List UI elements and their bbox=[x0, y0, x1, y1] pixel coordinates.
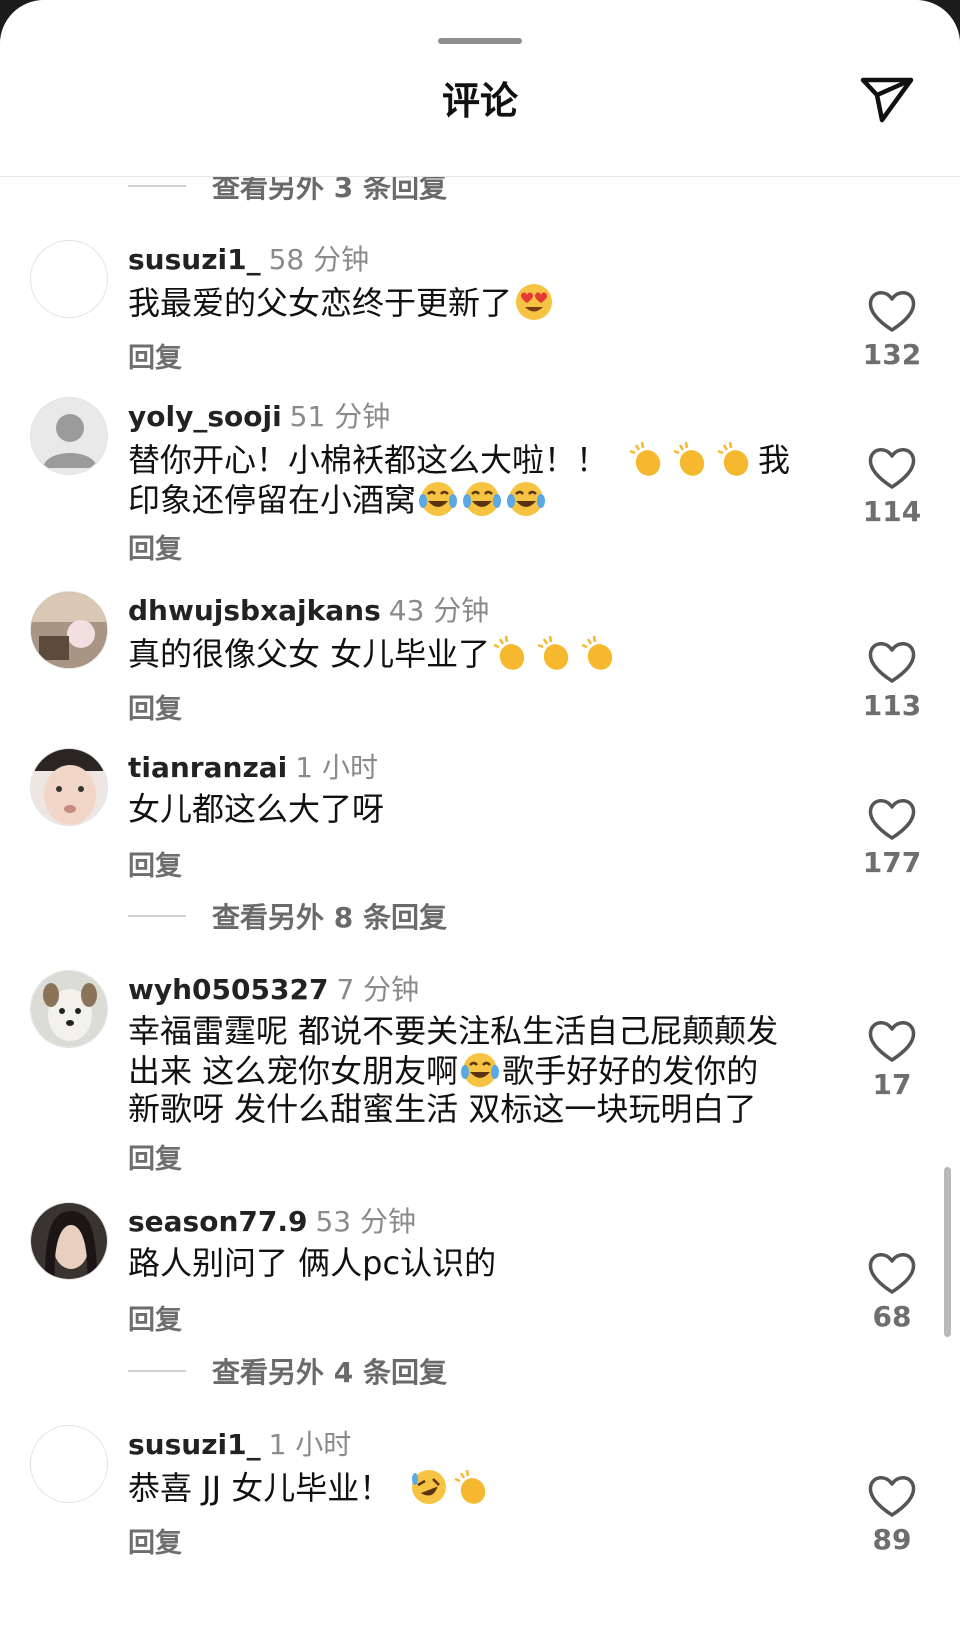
comment-text: 女儿都这么大了呀 bbox=[128, 790, 385, 828]
comment-text: 替你开心！小棉袄都这么大啦！！我印象还停留在小酒窝 bbox=[128, 441, 791, 519]
clap-emoji-icon bbox=[673, 441, 705, 476]
dog-photo-avatar-image bbox=[31, 971, 107, 1047]
timestamp: 7 分钟 bbox=[336, 973, 420, 1006]
comment-text: 恭喜 JJ 女儿毕业！ bbox=[128, 1467, 828, 1507]
heart-icon[interactable] bbox=[862, 788, 922, 848]
divider bbox=[128, 1370, 186, 1372]
laugh-cry-emoji-icon bbox=[461, 1053, 500, 1087]
person-icon bbox=[43, 414, 97, 468]
scrollbar[interactable] bbox=[944, 1167, 951, 1337]
laugh-cry-emoji-icon bbox=[507, 482, 546, 516]
comment-text: 路人别问了 俩人pc认识的 bbox=[128, 1244, 497, 1282]
send-icon[interactable] bbox=[858, 70, 916, 128]
timestamp: 43 分钟 bbox=[388, 594, 490, 627]
avatar[interactable] bbox=[30, 1425, 108, 1503]
heart-icon[interactable] bbox=[862, 631, 922, 691]
like-count: 17 bbox=[872, 1068, 912, 1101]
clap-emoji-icon bbox=[581, 635, 613, 670]
avatar[interactable] bbox=[30, 397, 108, 475]
rofl-emoji-icon bbox=[412, 1470, 447, 1504]
reply-button[interactable]: 回复 bbox=[128, 336, 182, 375]
portrait-photo-avatar-image bbox=[31, 1203, 107, 1279]
reply-button[interactable]: 回复 bbox=[128, 844, 182, 883]
divider bbox=[128, 915, 186, 917]
sheet-header: 评论 bbox=[0, 0, 960, 177]
comments-sheet: 评论 查看另外 3 条回复 susuzi1_ 58 分钟 我最爱的父女恋终于更新了… bbox=[0, 0, 960, 1632]
face-photo-avatar-image bbox=[31, 749, 107, 825]
heart-eyes-emoji-icon bbox=[516, 284, 553, 320]
avatar[interactable] bbox=[30, 748, 108, 826]
laugh-cry-emoji-icon bbox=[463, 482, 502, 516]
comment-text: 真的很像父女 女儿毕业了 bbox=[128, 633, 828, 673]
view-more-replies[interactable]: 查看另外 4 条回复 bbox=[128, 1351, 447, 1391]
reply-button[interactable]: 回复 bbox=[128, 687, 182, 726]
comment-list[interactable]: 查看另外 3 条回复 susuzi1_ 58 分钟 我最爱的父女恋终于更新了 回复… bbox=[0, 177, 960, 1632]
clap-emoji-icon bbox=[493, 635, 525, 670]
divider bbox=[128, 185, 186, 187]
like-count: 89 bbox=[872, 1523, 912, 1556]
clap-emoji-icon bbox=[537, 635, 569, 670]
username[interactable]: tianranzai bbox=[128, 751, 287, 784]
timestamp: 1 小时 bbox=[268, 1428, 352, 1461]
reply-button[interactable]: 回复 bbox=[128, 1521, 182, 1560]
like-count: 132 bbox=[862, 338, 922, 371]
reply-button[interactable]: 回复 bbox=[128, 527, 182, 566]
username[interactable]: yoly_sooji bbox=[128, 400, 282, 433]
avatar[interactable] bbox=[30, 1202, 108, 1280]
timestamp: 1 小时 bbox=[295, 751, 378, 784]
avatar[interactable] bbox=[30, 240, 108, 318]
clap-emoji-icon bbox=[454, 1469, 486, 1504]
avatar[interactable] bbox=[30, 591, 108, 669]
username[interactable]: wyh0505327 bbox=[128, 973, 328, 1006]
username[interactable]: dhwujsbxajkans bbox=[128, 594, 381, 627]
comment-text: 幸福雷霆呢 都说不要关注私生活自己屁颠颠发 出来 这么宠你女朋友啊 歌手好好的发你的… bbox=[128, 1012, 779, 1128]
timestamp: 51 分钟 bbox=[289, 400, 391, 433]
like-count: 114 bbox=[862, 495, 922, 528]
view-more-replies[interactable]: 查看另外 3 条回复 bbox=[128, 177, 447, 206]
username[interactable]: season77.9 bbox=[128, 1205, 307, 1238]
laugh-cry-emoji-icon bbox=[419, 482, 458, 516]
comment-text: 我最爱的父女恋终于更新了 bbox=[128, 282, 828, 322]
drag-handle[interactable] bbox=[438, 38, 522, 44]
heart-icon[interactable] bbox=[862, 1465, 922, 1525]
username[interactable]: susuzi1_ bbox=[128, 1428, 261, 1461]
like-count: 177 bbox=[862, 846, 922, 879]
heart-icon[interactable] bbox=[862, 280, 922, 340]
heart-icon[interactable] bbox=[862, 437, 922, 497]
reply-button[interactable]: 回复 bbox=[128, 1298, 182, 1337]
heart-icon[interactable] bbox=[862, 1010, 922, 1070]
reply-button[interactable]: 回复 bbox=[128, 1137, 182, 1176]
page-title: 评论 bbox=[441, 79, 518, 123]
like-count: 68 bbox=[872, 1300, 912, 1333]
clap-emoji-icon bbox=[717, 441, 749, 476]
avatar[interactable] bbox=[30, 970, 108, 1048]
heart-icon[interactable] bbox=[862, 1242, 922, 1302]
view-more-replies[interactable]: 查看另外 8 条回复 bbox=[128, 896, 447, 936]
clap-emoji-icon bbox=[629, 441, 661, 476]
timestamp: 53 分钟 bbox=[315, 1205, 417, 1238]
timestamp: 58 分钟 bbox=[268, 243, 370, 276]
photo-avatar-image bbox=[31, 592, 107, 668]
like-count: 113 bbox=[862, 689, 922, 722]
username[interactable]: susuzi1_ bbox=[128, 243, 261, 276]
